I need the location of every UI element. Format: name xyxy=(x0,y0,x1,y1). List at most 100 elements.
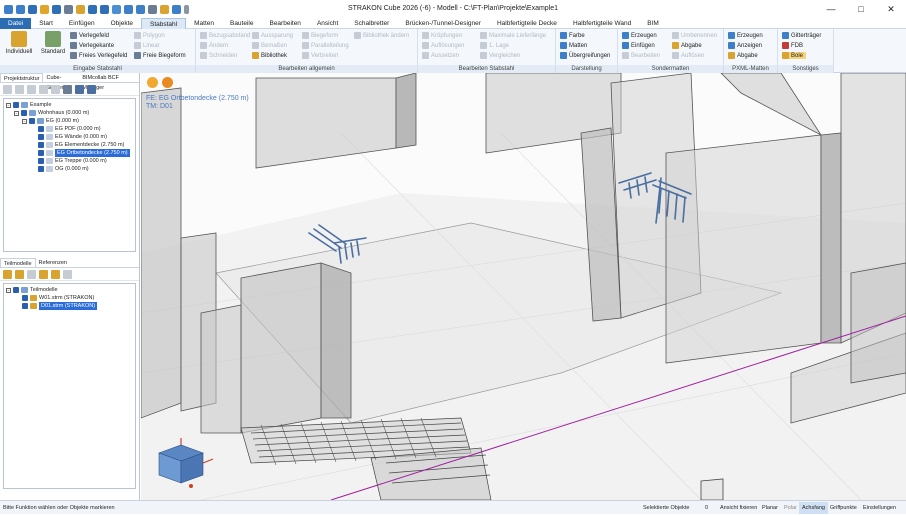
sm-einfuegen-button[interactable]: Einfügen xyxy=(622,42,655,49)
tab-bimcollab[interactable]: BIMcollab BCF Manager xyxy=(79,73,139,91)
vergleichen-button[interactable]: Vergleichen xyxy=(480,52,520,59)
tab-halbfertigteile-wand[interactable]: Halbfertigteile Wand xyxy=(565,18,639,29)
maximale-lieferlaenge-button[interactable]: Maximale Lieferlänge xyxy=(480,32,546,39)
checkbox[interactable] xyxy=(38,142,44,148)
pxml-anzeigen-button[interactable]: Anzeigen xyxy=(728,42,762,49)
maximize-button[interactable]: □ xyxy=(846,0,876,18)
checkbox[interactable] xyxy=(13,287,19,293)
tree-node-example[interactable]: − Example xyxy=(6,101,51,109)
tab-matten[interactable]: Matten xyxy=(186,18,222,29)
tab-teilmodelle[interactable]: Teilmodelle xyxy=(0,258,36,267)
polygon-button[interactable]: Polygon xyxy=(134,32,165,39)
fdb-button[interactable]: FDB xyxy=(782,42,803,49)
pxml-erzeugen-button[interactable]: Erzeugen xyxy=(728,32,763,39)
tab-einfuegen[interactable]: Einfügen xyxy=(61,18,103,29)
aussparung-button[interactable]: Aussparung xyxy=(252,32,293,39)
checkbox[interactable] xyxy=(38,134,44,140)
up-icon[interactable] xyxy=(3,84,12,94)
add-model-icon[interactable] xyxy=(3,269,12,279)
aussetzen-button[interactable]: Aussetzen xyxy=(422,52,459,59)
achsfang-button[interactable]: Achsfang xyxy=(799,502,828,514)
gittertraeger-button[interactable]: Gitterträger xyxy=(782,32,821,39)
export-icon[interactable] xyxy=(51,269,60,279)
tab-datei[interactable]: Datei xyxy=(0,18,32,29)
linear-button[interactable]: Linear xyxy=(134,42,160,49)
tree-node-eg-treppe[interactable]: EG Treppe (0.000 m) xyxy=(38,157,107,165)
checkbox[interactable] xyxy=(22,303,28,309)
checkbox[interactable] xyxy=(13,102,19,108)
bemassen-button[interactable]: Bemaßen xyxy=(252,42,287,49)
tab-start[interactable]: Start xyxy=(31,18,61,29)
tab-referenzen[interactable]: Referenzen xyxy=(36,258,70,267)
freie-biegeform-button[interactable]: Freie Biegeform xyxy=(134,52,186,59)
ansicht-fixieren-button[interactable]: Ansicht fixieren xyxy=(717,502,760,514)
tree-node-eg-ortbetondecke[interactable]: EG Ortbetondecke (2.750 m) xyxy=(38,149,130,157)
tab-projektstruktur[interactable]: Projektstruktur xyxy=(0,73,44,82)
farbe-button[interactable]: Farbe xyxy=(560,32,585,39)
verlegekante-button[interactable]: Verlegekante xyxy=(70,42,114,49)
tab-schalbretter[interactable]: Schalbretter xyxy=(346,18,397,29)
tree-node-d01[interactable]: D01.strm (STRAKON) xyxy=(22,302,98,310)
sm-aufloesen-button[interactable]: Auflösen xyxy=(672,52,704,59)
check-icon[interactable] xyxy=(75,84,84,94)
verbreiten-button[interactable]: Verbreiten xyxy=(302,52,338,59)
polar-button[interactable]: Polar xyxy=(781,502,800,514)
tab-stabstahl[interactable]: Stabstahl xyxy=(141,18,187,29)
tab-bim[interactable]: BIM xyxy=(639,18,667,29)
merge-icon[interactable] xyxy=(39,269,48,279)
sm-umbenennen-button[interactable]: Umbenennen xyxy=(672,32,717,39)
biegeform-button[interactable]: Biegeform xyxy=(302,32,338,39)
checkbox[interactable] xyxy=(38,158,44,164)
add-icon[interactable] xyxy=(27,84,36,94)
minimize-button[interactable]: — xyxy=(816,0,846,18)
erste-lage-button[interactable]: 1. Lage xyxy=(480,42,509,49)
filter-icon[interactable] xyxy=(63,269,72,279)
checkbox[interactable] xyxy=(38,166,44,172)
individuell-button[interactable]: Individuell xyxy=(4,31,34,55)
aufloesungen-button[interactable]: Auflösungen xyxy=(422,42,464,49)
freies-verlegefeld-button[interactable]: Freies Verlegefeld xyxy=(70,52,127,59)
close-button[interactable]: ✕ xyxy=(876,0,906,18)
checkbox[interactable] xyxy=(22,295,28,301)
tab-halbfertigteile-decke[interactable]: Halbfertigteile Decke xyxy=(489,18,565,29)
tree-node-eg[interactable]: − EG (0.000 m) xyxy=(22,117,79,125)
home-icon[interactable] xyxy=(15,84,24,94)
griffpunkte-button[interactable]: Griffpunkte xyxy=(827,502,860,514)
sm-abgabe-button[interactable]: Abgabe xyxy=(672,42,702,49)
bibliothek-button[interactable]: Bibliothek xyxy=(252,52,287,59)
collapse-icon[interactable]: − xyxy=(6,287,11,293)
tab-bauteile[interactable]: Bauteile xyxy=(222,18,262,29)
tree-node-eg-waende[interactable]: EG Wände (0.000 m) xyxy=(38,133,107,141)
tree-node-og[interactable]: OG (0.000 m) xyxy=(38,165,89,173)
planar-button[interactable]: Planar xyxy=(759,502,781,514)
eye-icon[interactable] xyxy=(87,84,96,94)
tree-node-wohnhaus[interactable]: − Wohnhaus (0.000 m) xyxy=(14,109,89,117)
view-orange-icon[interactable] xyxy=(162,77,173,88)
bole-button[interactable]: Bole xyxy=(782,52,807,59)
pencil-icon[interactable] xyxy=(63,84,72,94)
checkbox[interactable] xyxy=(38,126,44,132)
verlegefeld-button[interactable]: Verlegefeld xyxy=(70,32,109,39)
tree-node-eg-elementdecke[interactable]: EG Elementdecke (2.750 m) xyxy=(38,141,124,149)
pxml-abgabe-button[interactable]: Abgabe xyxy=(728,52,758,59)
matten-button[interactable]: Matten xyxy=(560,42,587,49)
tree-node-w01[interactable]: W01.strm (STRAKON) xyxy=(22,294,94,302)
standard-button[interactable]: Standard xyxy=(38,31,68,55)
schneiden-button[interactable]: Schneiden xyxy=(200,52,237,59)
tab-ansicht[interactable]: Ansicht xyxy=(309,18,346,29)
view-sun-icon[interactable] xyxy=(147,77,158,88)
bibliothek-aendern-button[interactable]: Bibliothek ändern xyxy=(354,32,409,39)
tab-objekte[interactable]: Objekte xyxy=(103,18,141,29)
tab-cube-sichten[interactable]: Cube-Sichten xyxy=(43,73,79,91)
link-icon[interactable] xyxy=(15,269,24,279)
tree-node-eg-pdf[interactable]: EG PDF (0.000 m) xyxy=(38,125,101,133)
tab-bearbeiten[interactable]: Bearbeiten xyxy=(261,18,308,29)
collapse-icon[interactable]: − xyxy=(14,110,19,116)
checkbox[interactable] xyxy=(21,110,27,116)
aendern-button[interactable]: Ändern xyxy=(200,42,228,49)
kroepfungen-button[interactable]: Kröpfungen xyxy=(422,32,462,39)
uebergreifungen-button[interactable]: Übergreifungen xyxy=(560,52,610,59)
copy-icon[interactable] xyxy=(39,84,48,94)
parallelteilung-button[interactable]: Parallelteilung xyxy=(302,42,349,49)
checkbox[interactable] xyxy=(29,118,35,124)
